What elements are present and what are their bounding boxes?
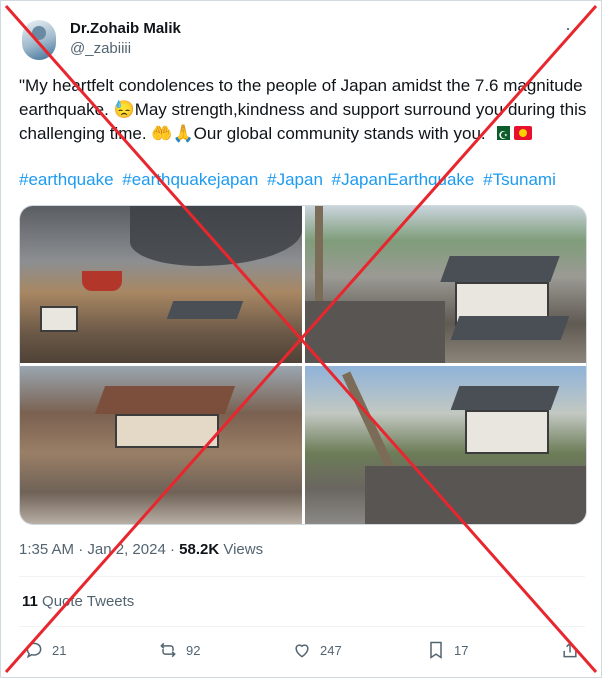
road-shape	[365, 466, 586, 524]
roof-shape	[450, 386, 560, 410]
pakistan-flag-icon	[492, 124, 511, 148]
bookmark-icon	[430, 641, 442, 659]
hashtag-link[interactable]: #earthquake	[19, 170, 114, 189]
retweet-button[interactable]: 92	[158, 640, 200, 660]
share-icon	[563, 642, 577, 658]
road-shape	[305, 301, 445, 363]
divider	[19, 576, 585, 577]
bookmark-button[interactable]: 17	[426, 640, 468, 660]
kyrgyzstan-flag-icon	[514, 126, 533, 140]
hashtag-link[interactable]: #earthquakejapan	[122, 170, 258, 189]
damaged-street-people-photo[interactable]	[305, 366, 586, 524]
tweet-text: "My heartfelt condolences to the people …	[19, 74, 589, 148]
praying-hands-emoji-icon: 🤲🙏	[151, 124, 194, 143]
media-grid	[19, 205, 587, 525]
hashtag-link[interactable]: #Tsunami	[483, 170, 556, 189]
heart-icon	[295, 644, 309, 658]
tweet-meta: 1:35 AM · Jan 2, 2024 · 58.2K Views	[19, 541, 263, 558]
like-button[interactable]: 247	[292, 640, 342, 660]
hashtag-link[interactable]: #JapanEarthquake	[332, 170, 475, 189]
reply-icon	[26, 642, 42, 659]
quote-tweets-label: Quote Tweets	[42, 593, 135, 610]
hashtag-list: #earthquake #earthquakejapan #Japan #Jap…	[19, 170, 560, 190]
roof-shape	[94, 386, 236, 414]
destroyed-house-rubble-photo[interactable]	[20, 366, 302, 524]
roof-shape	[440, 256, 560, 282]
roof-shape	[450, 316, 570, 340]
retweet-icon	[160, 642, 176, 658]
meta-separator: ·	[169, 541, 180, 558]
bookmark-count: 17	[454, 642, 469, 658]
quote-tweets-count: 11	[22, 593, 38, 610]
meta-separator: ·	[78, 541, 88, 558]
reply-button[interactable]: 21	[24, 640, 66, 660]
like-count: 247	[320, 642, 342, 658]
tweet-date[interactable]: Jan 2, 2024	[87, 541, 165, 558]
views-count: 58.2K	[179, 541, 220, 558]
sad-face-emoji-icon: 😓	[113, 100, 135, 119]
tweet-text-part3: Our global community stands with you.	[193, 124, 491, 143]
tweet-time[interactable]: 1:35 AM	[19, 541, 74, 558]
smoke-shape	[130, 206, 302, 266]
hashtag-link[interactable]: #Japan	[267, 170, 323, 189]
roof-shape	[166, 301, 244, 319]
boat-shape	[82, 271, 122, 291]
author-display-name[interactable]: Dr.Zohaib Malik	[70, 20, 181, 37]
house-shape	[465, 410, 549, 454]
views-label: Views	[223, 541, 264, 558]
author-handle[interactable]: @_zabiiii	[70, 40, 131, 57]
quote-tweets-link[interactable]: 11 Quote Tweets	[22, 593, 134, 610]
house-shape	[40, 306, 78, 332]
avatar[interactable]	[22, 20, 56, 60]
retweet-count: 92	[186, 642, 201, 658]
divider	[19, 626, 585, 627]
house-shape	[115, 414, 219, 448]
collapsed-houses-photo[interactable]	[305, 206, 586, 363]
more-icon[interactable]: ··	[565, 18, 579, 39]
tsunami-debris-photo[interactable]	[20, 206, 302, 363]
share-button[interactable]	[560, 640, 580, 660]
reply-count: 21	[52, 642, 67, 658]
